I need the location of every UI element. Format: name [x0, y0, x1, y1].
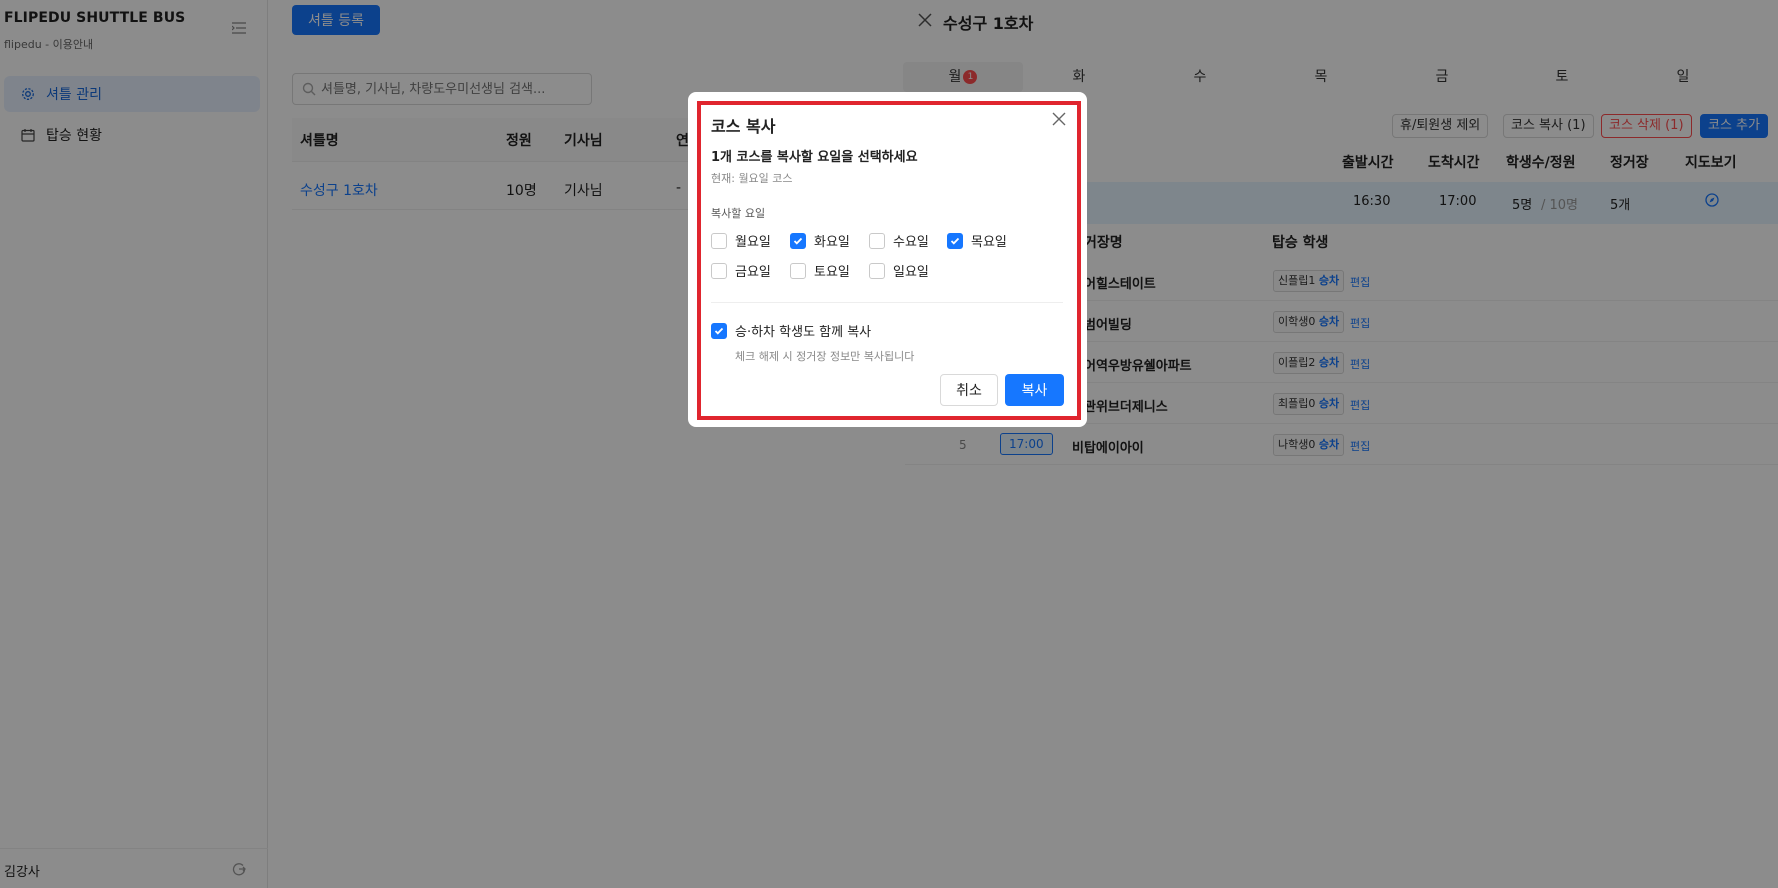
checkbox-thursday[interactable]: 목요일 [947, 231, 1007, 250]
checkbox-box [947, 232, 963, 249]
cancel-button[interactable]: 취소 [940, 374, 998, 406]
checkbox-label: 목요일 [971, 235, 1007, 250]
checkbox-copy-students[interactable]: 승·하차 학생도 함께 복사 [711, 321, 871, 340]
checkbox-wednesday[interactable]: 수요일 [869, 231, 929, 250]
checkbox-label: 금요일 [735, 265, 771, 280]
checkbox-tuesday[interactable]: 화요일 [790, 231, 850, 250]
checkbox-friday[interactable]: 금요일 [711, 261, 771, 280]
checkbox-label: 일요일 [893, 265, 929, 280]
checkbox-label: 승·하차 학생도 함께 복사 [735, 325, 872, 340]
checkbox-label: 화요일 [814, 235, 850, 250]
check-icon [950, 237, 960, 245]
checkbox-label: 토요일 [814, 265, 850, 280]
checkbox-box [869, 262, 885, 279]
checkbox-monday[interactable]: 월요일 [711, 231, 771, 250]
modal-question: 1개 코스를 복사할 요일을 선택하세요 [711, 150, 918, 165]
days-label: 복사할 요일 [711, 207, 766, 220]
check-icon [793, 237, 803, 245]
checkbox-sunday[interactable]: 일요일 [869, 261, 929, 280]
checkbox-box [711, 232, 727, 249]
checkbox-box [790, 232, 806, 249]
current-course-label: 현재: 월요일 코스 [711, 172, 793, 185]
checkbox-saturday[interactable]: 토요일 [790, 261, 850, 280]
checkbox-box [790, 262, 806, 279]
check-icon [714, 327, 724, 335]
checkbox-box [711, 322, 727, 339]
checkbox-label: 수요일 [893, 235, 929, 250]
checkbox-box [711, 262, 727, 279]
divider [711, 302, 1063, 303]
checkbox-label: 월요일 [735, 235, 771, 250]
close-icon[interactable] [1052, 112, 1066, 126]
checkbox-box [869, 232, 885, 249]
modal-title: 코스 복사 [711, 117, 776, 136]
copy-hint: 체크 해제 시 정거장 정보만 복사됩니다 [735, 350, 915, 363]
copy-button[interactable]: 복사 [1005, 374, 1064, 406]
